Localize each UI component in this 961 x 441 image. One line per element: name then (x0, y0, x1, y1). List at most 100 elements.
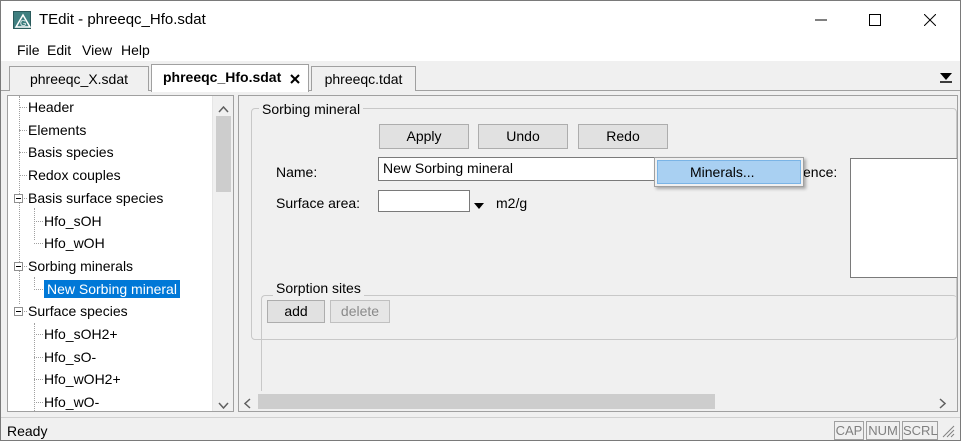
tree-connector (19, 175, 27, 177)
tree-item-label: Hfo_wO- (44, 394, 100, 411)
scroll-right-icon[interactable] (939, 396, 947, 412)
close-icon (924, 14, 936, 26)
group-title: Sorbing mineral (259, 101, 364, 117)
status-text: Ready (7, 423, 48, 439)
tree-item[interactable]: Elements (28, 120, 86, 142)
tree-item-label: Elements (28, 121, 87, 138)
reference-textarea[interactable] (850, 158, 957, 278)
tree-connector (34, 288, 43, 290)
tab-phreeqc-tdat[interactable]: phreeqc.tdat (311, 66, 416, 91)
tree-item[interactable]: New Sorbing mineral (44, 279, 180, 301)
sorption-sites-title: Sorption sites (273, 280, 364, 296)
tree-item[interactable]: Hfo_sOH (44, 211, 102, 233)
tree-item-label: Basis species (28, 144, 114, 161)
surface-area-field[interactable] (378, 190, 470, 212)
document-tabs: phreeqc_X.sdat phreeqc_Hfo.sdat phreeqc.… (1, 61, 960, 92)
tree-item[interactable]: Redox couples (28, 165, 121, 187)
app-window: G TEdit - phreeqc_Hfo.sdat File Edit Vie… (0, 0, 961, 441)
tree-item-label: Redox couples (28, 167, 121, 184)
tree-item[interactable]: Surface species (28, 301, 128, 323)
tree-item-label: Surface species (28, 303, 128, 320)
surface-area-dropdown-icon[interactable] (474, 197, 484, 213)
tab-close-icon[interactable] (290, 71, 300, 87)
editor-horizontal-scrollbar[interactable] (239, 391, 957, 411)
scroll-down-icon[interactable] (218, 396, 229, 411)
tree-item[interactable]: Basis surface species (28, 188, 163, 210)
menu-view[interactable]: View (82, 42, 112, 58)
tree-connector (19, 107, 27, 108)
window-title: TEdit - phreeqc_Hfo.sdat (39, 11, 206, 28)
reference-label: ence: (803, 164, 838, 180)
tree-item[interactable]: Hfo_wOH (44, 233, 105, 255)
minimize-button[interactable] (794, 1, 848, 39)
tree-item[interactable]: Hfo_sOH2+ (44, 324, 118, 346)
tree-item-label: New Sorbing mineral (44, 279, 180, 298)
delete-site-button[interactable]: delete (330, 300, 390, 323)
menu-help[interactable]: Help (121, 42, 150, 58)
scroll-lock-indicator: SCRL (902, 421, 938, 440)
caps-lock-indicator: CAP (834, 421, 864, 440)
tree-connector (34, 208, 35, 240)
tree-collapse-icon[interactable] (14, 307, 23, 317)
tree-item-label: Hfo_wOH (44, 235, 105, 252)
tree-item-label: Header (28, 99, 74, 115)
tree-item-label: Hfo_sOH (44, 212, 102, 229)
tree-item-label: Hfo_sO- (44, 348, 97, 365)
tree-connector (34, 243, 43, 245)
menu-item-minerals[interactable]: Minerals... (657, 160, 801, 184)
surface-area-unit: m2/g (496, 195, 528, 211)
tree-item-label: Hfo_sOH2+ (44, 326, 118, 342)
redo-button[interactable]: Redo (578, 124, 668, 149)
num-lock-indicator: NUM (866, 421, 900, 440)
tab-label: phreeqc_Hfo.sdat (163, 69, 282, 85)
app-logo-icon: G (13, 11, 32, 29)
tree-collapse-icon[interactable] (14, 193, 23, 203)
scroll-left-icon[interactable] (243, 396, 251, 412)
tree-connector (19, 152, 27, 154)
apply-button[interactable]: Apply (379, 124, 469, 149)
tree-vertical-scrollbar[interactable] (212, 96, 233, 411)
tree-item[interactable]: Header (28, 97, 74, 119)
tree-collapse-icon[interactable] (14, 261, 23, 271)
tree-item-label: Basis surface species (28, 189, 164, 206)
menu-edit[interactable]: Edit (47, 42, 71, 58)
scroll-thumb[interactable] (258, 394, 715, 409)
close-window-button[interactable] (903, 1, 957, 39)
name-field-context-menu: Minerals... (654, 157, 804, 187)
scroll-up-icon[interactable] (218, 100, 229, 116)
tree-item-label: Sorbing minerals (28, 257, 134, 274)
tab-label: phreeqc.tdat (324, 71, 403, 87)
undo-button[interactable]: Undo (478, 124, 568, 149)
tree-connector (34, 220, 43, 222)
tree-item[interactable]: Sorbing minerals (28, 256, 133, 278)
tree-item-label: Hfo_wOH2+ (44, 371, 121, 388)
tree-item[interactable]: Hfo_wO- (44, 392, 100, 411)
resize-grip-icon[interactable] (941, 424, 955, 440)
name-field[interactable]: New Sorbing mineral (378, 157, 658, 181)
maximize-button[interactable] (848, 1, 902, 39)
tab-phreeqc-hfo[interactable]: phreeqc_Hfo.sdat (151, 64, 309, 92)
tree-item[interactable]: Basis species (28, 142, 114, 164)
svg-text:G: G (20, 19, 26, 28)
tree-connector (34, 356, 43, 358)
tab-label: phreeqc_X.sdat (29, 71, 129, 87)
add-site-button[interactable]: add (267, 300, 325, 323)
tree-item[interactable]: Hfo_wOH2+ (44, 369, 121, 391)
database-tree: Header Elements Basis species Redox couples… (7, 95, 234, 412)
tree-connector (34, 379, 43, 381)
tree-connector (34, 323, 35, 411)
editor-panel: Sorbing mineral Apply Undo Redo Name: Ne… (238, 95, 958, 412)
menu-file[interactable]: File (17, 42, 40, 58)
tree-connector (34, 402, 43, 404)
scroll-thumb[interactable] (216, 116, 231, 192)
caret-down-icon (940, 73, 952, 83)
name-label: Name: (276, 164, 318, 180)
tab-list-dropdown-button[interactable] (938, 69, 954, 85)
menu-bar: File Edit View Help (1, 39, 960, 61)
title-bar: G TEdit - phreeqc_Hfo.sdat (1, 1, 960, 39)
status-bar: Ready CAP NUM SCRL (1, 417, 960, 440)
tree-item[interactable]: Hfo_sO- (44, 347, 96, 369)
tree-connector (34, 334, 43, 335)
tab-phreeqc-x[interactable]: phreeqc_X.sdat (9, 66, 149, 91)
minimize-icon (815, 19, 827, 21)
